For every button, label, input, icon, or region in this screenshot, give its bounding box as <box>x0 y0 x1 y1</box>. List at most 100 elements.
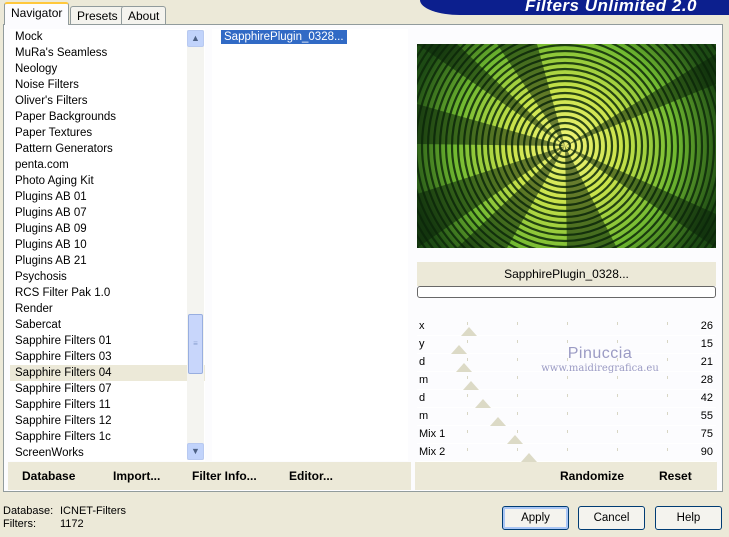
slider-row[interactable]: d 42 <box>417 390 716 408</box>
slider-value: 28 <box>700 374 713 386</box>
reset-button[interactable]: Reset <box>659 469 692 483</box>
slider-row[interactable]: x 26 <box>417 318 716 336</box>
slider-track[interactable] <box>417 426 716 444</box>
slider-label: Mix 1 <box>419 428 446 440</box>
slider-tick <box>517 376 518 379</box>
scroll-down-button[interactable]: ▼ <box>187 443 204 460</box>
slider-tick <box>667 430 668 433</box>
editor-button[interactable]: Editor... <box>289 469 333 483</box>
slider-tick <box>667 448 668 451</box>
slider-value: 75 <box>700 428 713 440</box>
help-button[interactable]: Help <box>655 506 722 530</box>
tab-about[interactable]: About <box>121 6 167 24</box>
slider-track[interactable] <box>417 444 716 462</box>
progress-bar <box>417 286 716 298</box>
slider-knob[interactable] <box>506 435 523 444</box>
category-scrollbar[interactable]: ▲ ≡ ▼ <box>187 30 204 460</box>
slider-tick <box>667 376 668 379</box>
category-item[interactable]: Noise Filters <box>10 77 205 93</box>
category-item[interactable]: Photo Aging Kit <box>10 173 205 189</box>
category-item[interactable]: penta.com <box>10 157 205 173</box>
slider-tick <box>667 340 668 343</box>
slider-tick <box>617 448 618 451</box>
slider-row[interactable]: m 55 <box>417 408 716 426</box>
category-item[interactable]: Sapphire Filters 07 <box>10 381 205 397</box>
slider-tick <box>467 358 468 361</box>
preset-actions-bar: Randomize Reset <box>415 462 717 490</box>
slider-row[interactable]: m 28 <box>417 372 716 390</box>
slider-tick <box>567 340 568 343</box>
slider-tick <box>467 322 468 325</box>
cancel-button[interactable]: Cancel <box>578 506 645 530</box>
slider-value: 42 <box>700 392 713 404</box>
slider-row[interactable]: d 21 <box>417 354 716 372</box>
category-item[interactable]: Plugins AB 21 <box>10 253 205 269</box>
slider-knob[interactable] <box>475 399 492 408</box>
title-banner: Filters Unlimited 2.0 <box>420 0 729 15</box>
slider-tick <box>567 376 568 379</box>
category-item[interactable]: Sapphire Filters 03 <box>10 349 205 365</box>
scroll-up-button[interactable]: ▲ <box>187 30 204 47</box>
slider-tick <box>467 430 468 433</box>
apply-button[interactable]: Apply <box>502 506 569 530</box>
slider-row[interactable]: Mix 2 90 <box>417 444 716 462</box>
filter-item-selected[interactable]: SapphirePlugin_0328... <box>220 29 348 45</box>
category-item[interactable]: Paper Textures <box>10 125 205 141</box>
slider-knob[interactable] <box>521 453 537 462</box>
slider-tick <box>467 340 468 343</box>
category-item[interactable]: Paper Backgrounds <box>10 109 205 125</box>
slider-row[interactable]: y 15 <box>417 336 716 354</box>
filter-actions-bar: Database Import... Filter Info... Editor… <box>8 462 411 490</box>
slider-label: x <box>419 320 425 332</box>
category-item[interactable]: Plugins AB 10 <box>10 237 205 253</box>
category-item[interactable]: Sapphire Filters 12 <box>10 413 205 429</box>
slider-knob[interactable] <box>456 363 473 372</box>
slider-track[interactable] <box>417 372 716 390</box>
slider-knob[interactable] <box>463 381 480 390</box>
slider-track[interactable] <box>417 390 716 408</box>
slider-tick <box>567 322 568 325</box>
randomize-button[interactable]: Randomize <box>560 469 624 483</box>
tab-navigator[interactable]: Navigator <box>4 2 70 25</box>
category-item[interactable]: Sabercat <box>10 317 205 333</box>
import-button[interactable]: Import... <box>113 469 160 483</box>
category-item[interactable]: Mock <box>10 29 205 45</box>
slider-knob[interactable] <box>489 417 506 426</box>
category-item[interactable]: Sapphire Filters 01 <box>10 333 205 349</box>
slider-row[interactable]: Mix 1 75 <box>417 426 716 444</box>
filter-info-button[interactable]: Filter Info... <box>192 469 257 483</box>
category-item[interactable]: Pattern Generators <box>10 141 205 157</box>
slider-tick <box>667 394 668 397</box>
category-item[interactable]: Sapphire Filters 1c <box>10 429 205 445</box>
slider-tick <box>517 322 518 325</box>
database-button[interactable]: Database <box>22 469 75 483</box>
category-item[interactable]: RCS Filter Pak 1.0 <box>10 285 205 301</box>
database-info: Database: ICNET-Filters Filters: 1172 <box>3 505 126 531</box>
tab-presets[interactable]: Presets <box>70 6 125 24</box>
slider-value: 90 <box>700 446 713 458</box>
category-item[interactable]: Plugins AB 07 <box>10 205 205 221</box>
category-item[interactable]: Plugins AB 01 <box>10 189 205 205</box>
preview-filter-label: SapphirePlugin_0328... <box>417 262 716 286</box>
slider-knob[interactable] <box>451 345 468 354</box>
slider-tick <box>467 448 468 451</box>
category-item[interactable]: Render <box>10 301 205 317</box>
filter-list[interactable]: SapphirePlugin_0328... <box>212 29 408 461</box>
slider-tick <box>617 376 618 379</box>
category-list[interactable]: Mock MuRa's Seamless Neology Noise Filters O… <box>10 29 205 461</box>
category-item[interactable]: Plugins AB 09 <box>10 221 205 237</box>
category-item[interactable]: ScreenWorks <box>10 445 205 461</box>
slider-tick <box>667 358 668 361</box>
slider-label: d <box>419 356 426 368</box>
category-item[interactable]: Sapphire Filters 04 <box>10 365 205 381</box>
filters-count-label: Filters: <box>3 518 36 530</box>
slider-track[interactable] <box>417 408 716 426</box>
category-item[interactable]: Psychosis <box>10 269 205 285</box>
category-item[interactable]: MuRa's Seamless <box>10 45 205 61</box>
slider-knob[interactable] <box>461 327 477 336</box>
slider-tick <box>567 412 568 415</box>
scroll-thumb[interactable]: ≡ <box>188 314 203 374</box>
category-item[interactable]: Oliver's Filters <box>10 93 205 109</box>
category-item[interactable]: Neology <box>10 61 205 77</box>
category-item[interactable]: Sapphire Filters 11 <box>10 397 205 413</box>
